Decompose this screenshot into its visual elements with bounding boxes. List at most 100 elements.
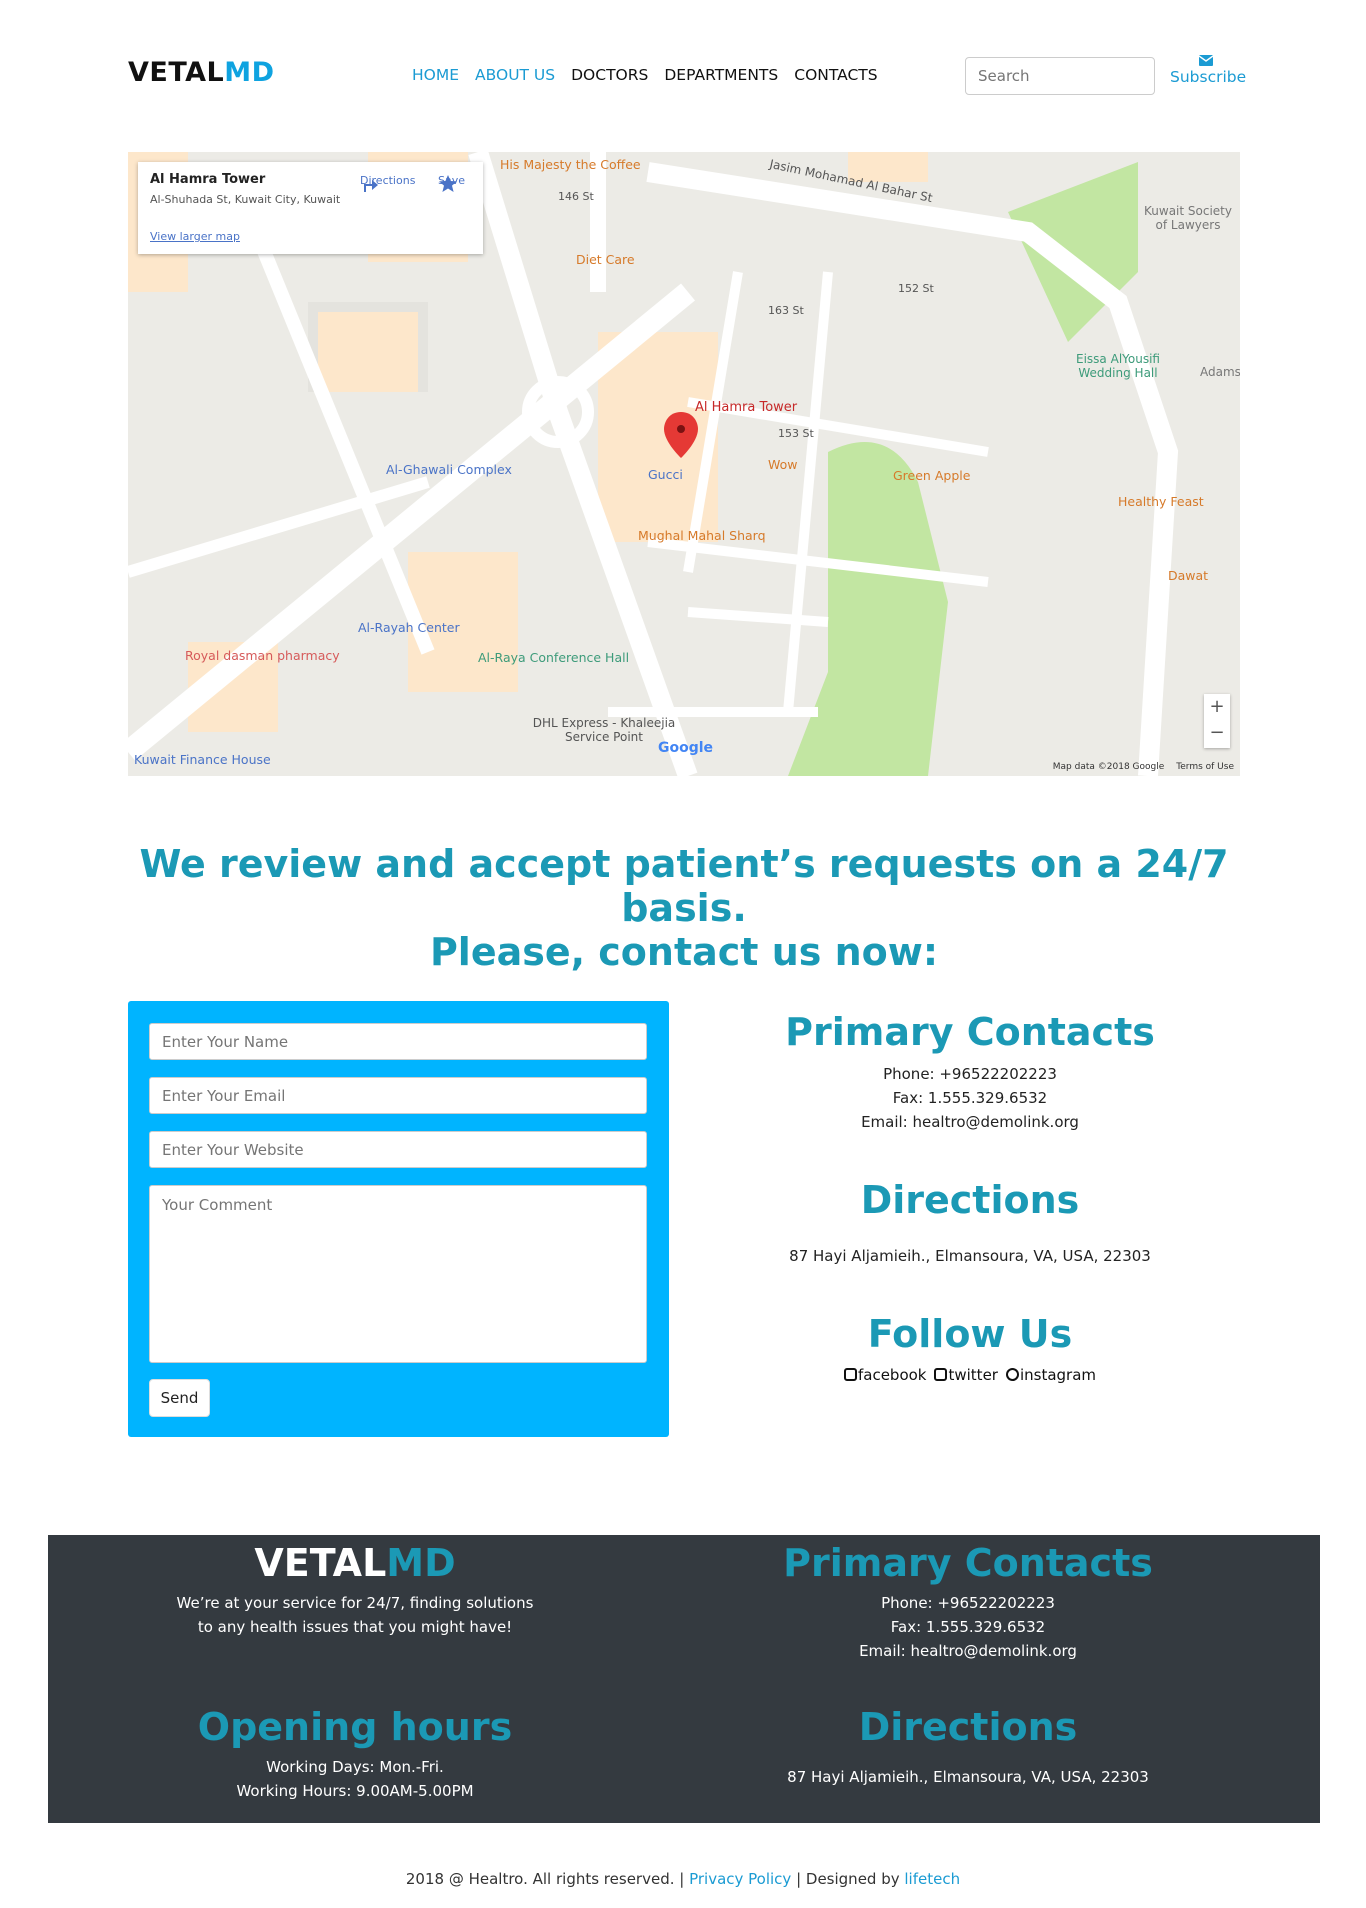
poi-label[interactable]: Gucci [648, 467, 683, 482]
save-button[interactable]: Save [438, 174, 465, 192]
footer-fax: Fax: 1.555.329.6532 [890, 1618, 1046, 1636]
embedded-map[interactable]: His Majesty the Coffee 146 St Diet Care … [128, 152, 1240, 776]
terms-of-use-link[interactable]: Terms of Use [1176, 762, 1234, 772]
street-label: 153 St [778, 427, 814, 440]
logo-part-1: VETAL [128, 57, 225, 88]
google-logo: Google [658, 740, 714, 756]
view-larger-map-link[interactable]: View larger map [150, 230, 240, 243]
place-title: Al Hamra Tower [150, 172, 266, 187]
email-text: Email: healtro@demolink.org [861, 1113, 1079, 1131]
map-place-card: Al Hamra Tower Al-Shuhada St, Kuwait Cit… [138, 162, 483, 254]
comment-field[interactable] [149, 1185, 647, 1363]
subscribe-label: Subscribe [1170, 68, 1247, 86]
poi-label[interactable]: Al-Rayah Center [358, 620, 460, 635]
email-field[interactable] [149, 1077, 647, 1114]
working-days: Working Days: Mon.-Fri. [266, 1758, 444, 1776]
poi-label[interactable]: Diet Care [576, 252, 635, 267]
place-address: Al-Shuhada St, Kuwait City, Kuwait [150, 193, 341, 206]
logo-part-2: MD [224, 57, 275, 88]
poi-label[interactable]: Eissa AlYousifi Wedding Hall [1058, 352, 1178, 380]
designed-by-text: | Designed by [791, 1870, 905, 1888]
address-text: 87 Hayi Aljamieih., Elmansoura, VA, USA,… [789, 1247, 1151, 1265]
nav-doctors[interactable]: DOCTORS [571, 66, 648, 84]
social-links: facebook twitter instagram [760, 1366, 1180, 1384]
site-logo[interactable]: VETALMD [128, 57, 275, 88]
poi-label[interactable]: Green Apple [893, 468, 970, 483]
poi-label[interactable]: Al-Ghawali Complex [386, 462, 512, 477]
footer-tagline-1: We’re at your service for 24/7, finding … [176, 1594, 534, 1612]
map-zoom-control: + − [1204, 694, 1230, 748]
street-label: 152 St [898, 282, 934, 295]
map-attribution: Map data ©2018 Google Terms of Use [1053, 762, 1234, 772]
contact-form: Send [128, 1001, 669, 1437]
contact-headline: We review and accept patient’s requests … [128, 842, 1240, 974]
footer-address: 87 Hayi Aljamieih., Elmansoura, VA, USA,… [787, 1768, 1149, 1786]
copyright-bar: 2018 @ Healtro. All rights reserved. | P… [0, 1870, 1366, 1888]
poi-label[interactable]: Wow [768, 457, 798, 472]
working-hours: Working Hours: 9.00AM-5.00PM [236, 1782, 474, 1800]
follow-us-title: Follow Us [867, 1312, 1073, 1356]
headline-line-1: We review and accept patient’s requests … [139, 842, 1229, 930]
directions-title: Directions [860, 1178, 1080, 1222]
zoom-in-button[interactable]: + [1204, 694, 1230, 720]
twitter-link[interactable]: twitter [934, 1366, 998, 1384]
zoom-out-button[interactable]: − [1204, 720, 1230, 746]
footer-logo-part-2: MD [386, 1541, 456, 1585]
map-data-label: Map data ©2018 Google [1052, 762, 1165, 772]
separator: | [674, 1870, 690, 1888]
designer-link[interactable]: lifetech [904, 1870, 960, 1888]
main-nav: HOME ABOUT US DOCTORS DEPARTMENTS CONTAC… [412, 66, 878, 84]
footer-hours: Opening hours Working Days: Mon.-Fri. Wo… [145, 1705, 565, 1803]
footer-logo[interactable]: VETALMD [145, 1541, 565, 1585]
poi-label[interactable]: Kuwait Finance House [134, 752, 271, 767]
poi-label[interactable]: Healthy Feast [1118, 494, 1204, 509]
poi-label[interactable]: Kuwait Society of Lawyers [1138, 204, 1238, 232]
copyright-text: 2018 @ Healtro. All rights reserved. [405, 1870, 675, 1888]
website-field[interactable] [149, 1131, 647, 1168]
subscribe-button[interactable]: Subscribe [1170, 55, 1246, 86]
poi-label[interactable]: Dawat [1168, 568, 1208, 583]
poi-label[interactable]: Al-Raya Conference Hall [478, 650, 629, 665]
opening-hours-title: Opening hours [197, 1705, 513, 1749]
footer-brand: VETALMD We’re at your service for 24/7, … [145, 1541, 565, 1639]
instagram-icon [1005, 1368, 1019, 1381]
envelope-icon [1199, 55, 1213, 66]
instagram-link[interactable]: instagram [1005, 1366, 1097, 1384]
poi-label[interactable]: Mughal Mahal Sharq [638, 528, 766, 543]
twitter-label: twitter [948, 1366, 998, 1384]
facebook-label: facebook [857, 1366, 927, 1384]
directions-button[interactable]: Directions [360, 174, 415, 192]
poi-label[interactable]: His Majesty the Coffee [500, 157, 641, 172]
nav-contacts[interactable]: CONTACTS [794, 66, 877, 84]
fax-text: Fax: 1.555.329.6532 [892, 1089, 1048, 1107]
directions-icon [364, 180, 378, 192]
footer-tagline-2: to any health issues that you might have… [197, 1618, 513, 1636]
map-marker-label[interactable]: Al Hamra Tower [695, 400, 797, 415]
contact-info: Primary Contacts Phone: +96522202223 Fax… [760, 1010, 1180, 1384]
star-icon [439, 175, 457, 192]
footer-logo-part-1: VETAL [254, 1541, 387, 1585]
street-label: 146 St [558, 190, 594, 203]
primary-contacts-title: Primary Contacts [785, 1010, 1155, 1054]
footer-directions: Directions 87 Hayi Aljamieih., Elmansour… [758, 1705, 1178, 1789]
poi-label: Adams [1200, 365, 1240, 379]
headline-line-2: Please, contact us now: [429, 930, 939, 974]
footer-phone: Phone: +96522202223 [881, 1594, 1055, 1612]
send-button[interactable]: Send [149, 1379, 210, 1417]
footer-primary-contacts-title: Primary Contacts [783, 1541, 1153, 1585]
street-label: 163 St [768, 304, 804, 317]
facebook-link[interactable]: facebook [843, 1366, 927, 1384]
poi-label[interactable]: Royal dasman pharmacy [185, 648, 340, 663]
nav-about-us[interactable]: ABOUT US [475, 66, 555, 84]
privacy-policy-link[interactable]: Privacy Policy [689, 1870, 791, 1888]
name-field[interactable] [149, 1023, 647, 1060]
footer-email: Email: healtro@demolink.org [859, 1642, 1077, 1660]
site-header: VETALMD HOME ABOUT US DOCTORS DEPARTMENT… [0, 0, 1366, 150]
nav-home[interactable]: HOME [412, 66, 459, 84]
search-input[interactable] [965, 57, 1155, 95]
twitter-icon [934, 1368, 948, 1381]
instagram-label: instagram [1019, 1366, 1097, 1384]
phone-text: Phone: +96522202223 [883, 1065, 1057, 1083]
footer-contacts: Primary Contacts Phone: +96522202223 Fax… [758, 1541, 1178, 1663]
nav-departments[interactable]: DEPARTMENTS [664, 66, 778, 84]
